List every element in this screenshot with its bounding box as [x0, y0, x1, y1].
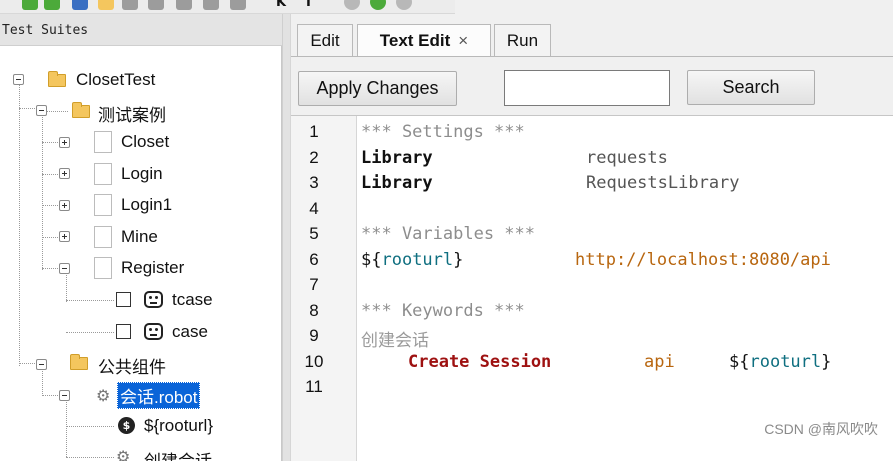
apply-changes-button[interactable]: Apply Changes	[298, 71, 457, 106]
robot-test-icon	[144, 323, 163, 340]
run-icon[interactable]	[370, 0, 386, 10]
tree-item-mine[interactable]: Mine	[121, 227, 158, 247]
tree-item-login[interactable]: Login	[121, 164, 163, 184]
keywords-header: *** Keywords ***	[361, 301, 525, 321]
session-url-argument: ${rooturl}	[729, 352, 832, 372]
tree-item-variable[interactable]: ${rooturl}	[144, 416, 213, 436]
variable-icon: $	[118, 417, 135, 434]
line-number-gutter: 1 2 3 4 5 6 7 8 9 10 11	[291, 116, 357, 461]
open-folder-icon[interactable]	[98, 0, 114, 10]
save-all-icon[interactable]	[122, 0, 138, 10]
keyword-t-icon[interactable]: T	[304, 0, 313, 10]
suite-file-icon	[94, 131, 112, 153]
line-number: 10	[304, 352, 324, 371]
collapse-root-toggle[interactable]	[13, 74, 24, 85]
suite-file-icon	[94, 226, 112, 248]
tab-text-edit[interactable]: Text Edit ×	[357, 24, 491, 56]
search-input[interactable]	[504, 70, 670, 106]
search-button[interactable]: Search	[687, 70, 815, 105]
line-number: 3	[309, 173, 319, 192]
text-editor[interactable]: 1 2 3 4 5 6 7 8 9 10 11 *** Settings ***…	[291, 115, 893, 461]
line-number: 1	[309, 122, 319, 141]
tree-item-closettest[interactable]: ClosetTest	[76, 70, 155, 90]
tree-item-keyword[interactable]: 创建会话	[144, 447, 212, 461]
collapse-register-toggle[interactable]	[59, 263, 70, 274]
line-number: 4	[309, 199, 319, 218]
back-arrow-icon[interactable]	[22, 0, 38, 10]
tree-item-register[interactable]: Register	[121, 258, 184, 278]
suite-file-icon	[94, 257, 112, 279]
robot-test-icon	[144, 291, 163, 308]
tree-item-resource-selected[interactable]: 会话.robot	[117, 382, 201, 409]
tree-item-case[interactable]: case	[172, 322, 208, 342]
keyword-definition: 创建会话	[361, 331, 429, 351]
line-number: 9	[309, 326, 319, 345]
forward-arrow-icon[interactable]	[44, 0, 60, 10]
library-keyword: Library	[361, 148, 433, 168]
test-suites-title: Test Suites	[2, 23, 89, 38]
variable-value: http://localhost:8080/api	[575, 250, 831, 270]
test-suites-panel: Test Suites ClosetTest 测试案例 Closet Login…	[0, 14, 282, 461]
settings-icon[interactable]	[203, 0, 219, 10]
new-file-icon[interactable]	[148, 0, 164, 10]
editor-panel: Edit Text Edit × Run Apply Changes Search…	[291, 14, 893, 461]
tree-item-common-folder[interactable]: 公共组件	[98, 353, 166, 378]
tree-item-closet[interactable]: Closet	[121, 132, 169, 152]
test-suites-header: Test Suites	[0, 14, 282, 46]
close-tab-icon[interactable]: ×	[458, 31, 468, 50]
tab-edit[interactable]: Edit	[297, 24, 353, 56]
case-checkbox[interactable]	[116, 324, 131, 339]
toolbar: K T	[0, 0, 455, 14]
line-number: 8	[309, 301, 319, 320]
session-alias: api	[644, 352, 675, 372]
folder-icon	[72, 102, 90, 118]
expand-mine-toggle[interactable]	[59, 231, 70, 242]
document-icon[interactable]	[230, 0, 246, 10]
folder-icon	[48, 71, 66, 87]
collapse-common-toggle[interactable]	[36, 359, 47, 370]
expand-login1-toggle[interactable]	[59, 200, 70, 211]
library-keyword: Library	[361, 173, 433, 193]
collapse-cases-toggle[interactable]	[36, 105, 47, 116]
panel-splitter[interactable]	[282, 14, 291, 461]
line-number: 6	[309, 250, 319, 269]
tree-item-cases-folder[interactable]: 测试案例	[98, 101, 166, 126]
file-icon[interactable]	[176, 0, 192, 10]
tab-underline	[291, 56, 893, 57]
line-number: 2	[309, 148, 319, 167]
line-number: 11	[305, 377, 323, 396]
line-number: 7	[309, 275, 319, 294]
tree-item-tcase[interactable]: tcase	[172, 290, 213, 310]
variable-declaration: ${rooturl}	[361, 250, 464, 270]
collapse-resource-toggle[interactable]	[59, 390, 70, 401]
expand-closet-toggle[interactable]	[59, 137, 70, 148]
settings-header: *** Settings ***	[361, 122, 525, 142]
create-session-call: Create Session	[408, 352, 552, 372]
folder-edit-icon	[70, 354, 88, 370]
suite-tree: ClosetTest 测试案例 Closet Login Login1 Mine…	[0, 46, 282, 461]
expand-login-toggle[interactable]	[59, 168, 70, 179]
pause-icon[interactable]	[396, 0, 412, 10]
keyword-gear-icon: ⚙	[116, 447, 131, 461]
stop-icon[interactable]	[344, 0, 360, 10]
suite-file-icon	[94, 163, 112, 185]
tree-item-login1[interactable]: Login1	[121, 195, 172, 215]
suite-file-icon	[94, 194, 112, 216]
variables-header: *** Variables ***	[361, 224, 535, 244]
line-number: 5	[309, 224, 319, 243]
tcase-checkbox[interactable]	[116, 292, 131, 307]
tab-run[interactable]: Run	[494, 24, 551, 56]
library-argument: RequestsLibrary	[586, 173, 740, 193]
keyword-k-icon[interactable]: K	[276, 0, 286, 10]
save-icon[interactable]	[72, 0, 88, 10]
watermark: CSDN @南风吹吹	[764, 421, 878, 437]
library-argument: requests	[586, 148, 668, 168]
resource-gear-icon: ⚙	[96, 386, 111, 405]
